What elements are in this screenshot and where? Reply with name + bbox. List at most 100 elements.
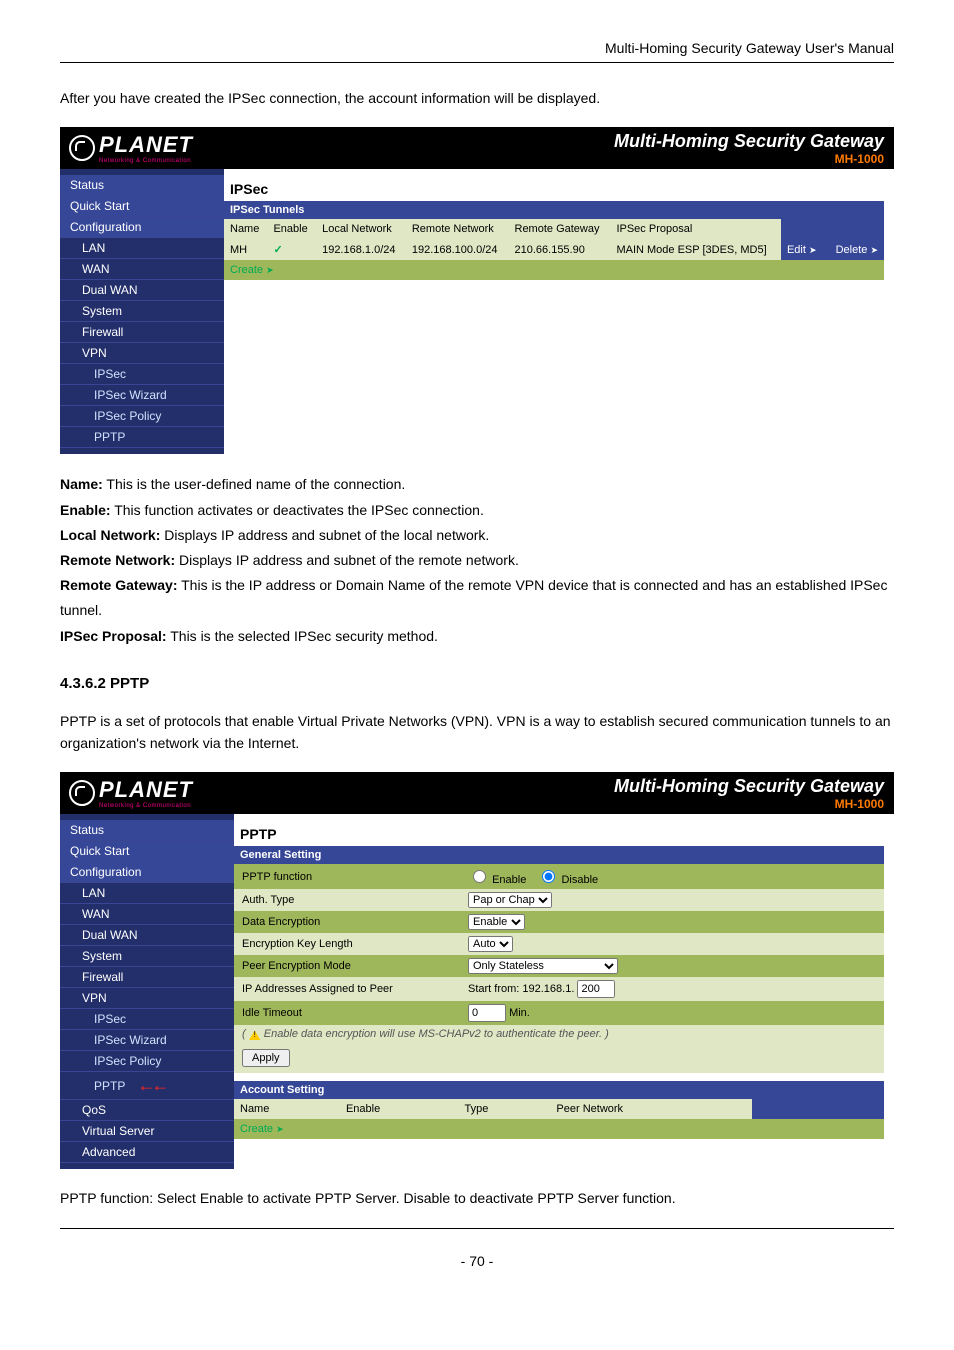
app-title: Multi-Homing Security Gateway: [235, 776, 884, 797]
warning-icon: !: [249, 1030, 261, 1040]
ipsec-col-enable: Enable: [267, 219, 316, 239]
acct-col-name: Name: [234, 1099, 340, 1119]
sidebar-item-quickstart[interactable]: Quick Start: [60, 196, 224, 217]
pptp-enable-radio[interactable]: Enable: [468, 874, 529, 886]
apply-button[interactable]: Apply: [242, 1049, 290, 1067]
footer-rule: [60, 1228, 894, 1229]
sidebar-item-status[interactable]: Status: [60, 820, 234, 841]
def-rnet-v: Displays IP address and subnet of the re…: [175, 552, 519, 568]
def-name-v: This is the user-defined name of the con…: [103, 476, 405, 492]
globe-icon: [69, 780, 95, 806]
section-heading-pptp: 4.3.6.2 PPTP: [60, 675, 894, 692]
ipsec-row-rnet: 192.168.100.0/24: [406, 239, 509, 260]
sidebar-item-firewall[interactable]: Firewall: [60, 322, 224, 343]
create-button[interactable]: Create: [240, 1123, 284, 1135]
ipsec-app-frame: PLANET Networking & Communication Multi-…: [60, 127, 894, 454]
pptp-disable-radio[interactable]: Disable: [537, 874, 598, 886]
brand-text: PLANET: [99, 777, 193, 802]
ipsec-row-name: MH: [224, 239, 267, 260]
sidebar-item-firewall[interactable]: Firewall: [60, 967, 234, 988]
sidebar-item-configuration[interactable]: Configuration: [60, 862, 234, 883]
arrow-icon: [276, 1123, 284, 1135]
sidebar-item-vpn[interactable]: VPN: [60, 343, 224, 364]
ipsec-row-enable: ✓: [267, 239, 316, 260]
page-number: - 70 -: [60, 1253, 894, 1269]
ipsec-title: IPSec: [224, 177, 884, 201]
def-rnet-k: Remote Network:: [60, 552, 175, 568]
sidebar-item-quickstart[interactable]: Quick Start: [60, 841, 234, 862]
sidebar-item-dualwan[interactable]: Dual WAN: [60, 925, 234, 946]
ipsec-col-lnet: Local Network: [316, 219, 406, 239]
def-lnet-k: Local Network:: [60, 527, 160, 543]
pptp-auth-select[interactable]: Pap or Chap: [468, 892, 552, 908]
sidebar-item-advanced[interactable]: Advanced: [60, 1142, 234, 1163]
sidebar-item-ipsec-wizard[interactable]: IPSec Wizard: [60, 385, 224, 406]
pptp-general-band: General Setting: [234, 846, 884, 864]
sidebar-item-pptp[interactable]: PPTP: [60, 427, 224, 448]
def-name-k: Name:: [60, 476, 103, 492]
page-header: Multi-Homing Security Gateway User's Man…: [60, 40, 894, 56]
brand-logo: PLANET Networking & Communication: [61, 773, 233, 813]
sidebar-item-ipsec-policy[interactable]: IPSec Policy: [60, 406, 224, 427]
sidebar-item-system[interactable]: System: [60, 301, 224, 322]
pptp-ipaddr-label: IP Addresses Assigned to Peer: [234, 977, 460, 1001]
brand-subtext: Networking & Communication: [99, 803, 193, 809]
def-lnet-v: Displays IP address and subnet of the lo…: [160, 527, 489, 543]
pptp-ipaddr-input[interactable]: [577, 980, 615, 998]
sidebar-item-vpn[interactable]: VPN: [60, 988, 234, 1009]
sidebar-item-ipsec-wizard[interactable]: IPSec Wizard: [60, 1030, 234, 1051]
ipsec-col-rnet: Remote Network: [406, 219, 509, 239]
sidebar-item-wan[interactable]: WAN: [60, 904, 234, 925]
pptp-paragraph: PPTP is a set of protocols that enable V…: [60, 710, 894, 755]
sidebar-item-virtual-server[interactable]: Virtual Server: [60, 1121, 234, 1142]
def-prop-v: This is the selected IPSec security meth…: [167, 628, 438, 644]
ipsec-definitions: Name: This is the user-defined name of t…: [60, 472, 894, 648]
sidebar-item-pptp[interactable]: PPTP ←←: [60, 1072, 234, 1100]
app-model: MH-1000: [235, 797, 884, 811]
pptp-def-k: PPTP function:: [60, 1190, 153, 1206]
brand-subtext: Networking & Communication: [99, 158, 193, 164]
sidebar-item-lan[interactable]: LAN: [60, 238, 224, 259]
sidebar-item-ipsec[interactable]: IPSec: [60, 1009, 234, 1030]
def-enable-k: Enable:: [60, 502, 111, 518]
sidebar-item-wan[interactable]: WAN: [60, 259, 224, 280]
delete-button[interactable]: Delete: [836, 244, 878, 256]
arrow-icon: [809, 244, 817, 256]
pptp-pmode-select[interactable]: Only Stateless: [468, 958, 618, 974]
pptp-func-label: PPTP function: [234, 864, 460, 889]
brand-text: PLANET: [99, 132, 193, 157]
pptp-settings-table: PPTP function Enable Disable: [234, 864, 884, 1073]
pptp-denc-select[interactable]: Enable: [468, 914, 525, 930]
pptp-function-definition: PPTP function: Select Enable to activate…: [60, 1187, 894, 1209]
acct-col-enable: Enable: [340, 1099, 459, 1119]
sidebar-item-ipsec[interactable]: IPSec: [60, 364, 224, 385]
intro-paragraph: After you have created the IPSec connect…: [60, 87, 894, 109]
ipsec-row-rgw: 210.66.155.90: [509, 239, 611, 260]
create-button[interactable]: Create: [230, 264, 274, 276]
brand-logo: PLANET Networking & Communication: [61, 128, 223, 168]
pptp-app-frame: PLANET Networking & Communication Multi-…: [60, 772, 894, 1169]
edit-button[interactable]: Edit: [787, 244, 817, 256]
ipsec-tunnels-band: IPSec Tunnels: [224, 201, 884, 219]
sidebar-item-status[interactable]: Status: [60, 175, 224, 196]
def-enable-v: This function activates or deactivates t…: [111, 502, 484, 518]
sidebar-item-lan[interactable]: LAN: [60, 883, 234, 904]
ipsec-col-prop: IPSec Proposal: [610, 219, 781, 239]
pointer-arrows-icon: ←←: [137, 1075, 165, 1096]
sidebar-item-qos[interactable]: QoS: [60, 1100, 234, 1121]
pptp-klen-select[interactable]: Auto: [468, 936, 513, 952]
sidebar-item-system[interactable]: System: [60, 946, 234, 967]
sidebar-item-dualwan[interactable]: Dual WAN: [60, 280, 224, 301]
def-rgw-k: Remote Gateway:: [60, 577, 177, 593]
sidebar-item-configuration[interactable]: Configuration: [60, 217, 224, 238]
def-prop-k: IPSec Proposal:: [60, 628, 167, 644]
pptp-idle-input[interactable]: [468, 1004, 506, 1022]
sidebar-item-ipsec-policy[interactable]: IPSec Policy: [60, 1051, 234, 1072]
pptp-klen-label: Encryption Key Length: [234, 933, 460, 955]
pptp-ipaddr-prefix: Start from: 192.168.1.: [468, 983, 574, 995]
pptp-title: PPTP: [234, 822, 884, 846]
pptp-idle-label: Idle Timeout: [234, 1001, 460, 1025]
ipsec-row-lnet: 192.168.1.0/24: [316, 239, 406, 260]
ipsec-row-prop: MAIN Mode ESP [3DES, MD5]: [610, 239, 781, 260]
ipsec-col-name: Name: [224, 219, 267, 239]
